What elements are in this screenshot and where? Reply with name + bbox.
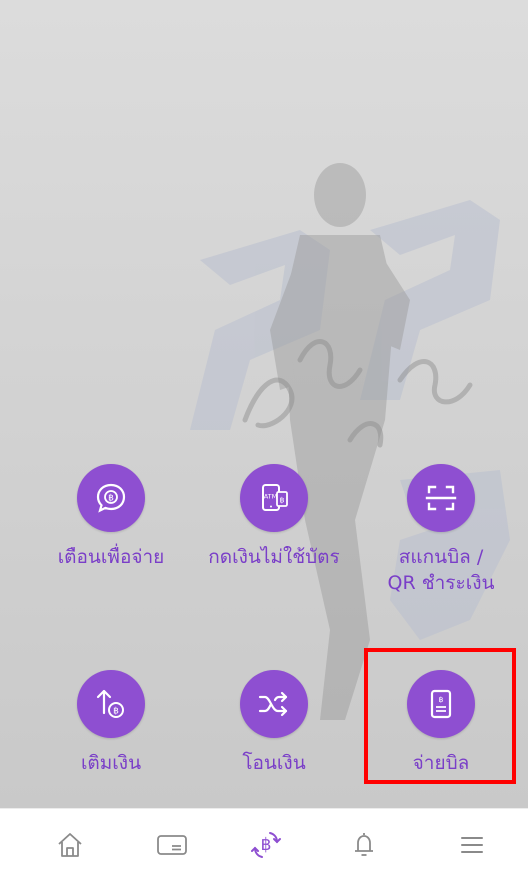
pay-bill-action[interactable]: ฿ จ่ายบิล [361, 670, 521, 776]
hamburger-menu-icon [461, 837, 483, 853]
action-screen: ฿ เตือนเพื่อจ่าย ATM ฿ กดเงินไม่ใช้บัตร [0, 0, 528, 808]
cardless-atm-action[interactable]: ATM ฿ กดเงินไม่ใช้บัตร [194, 464, 354, 570]
tab-cards[interactable] [142, 823, 202, 867]
bottom-tab-bar: ฿ [0, 808, 528, 880]
baht-symbol: ฿ [108, 494, 114, 504]
top-up-action[interactable]: ฿ เติมเงิน [31, 670, 191, 776]
bill-reminder-label: เตือนเพื่อจ่าย [57, 546, 165, 568]
bell-icon [355, 833, 373, 856]
atm-text: ATM [264, 493, 278, 501]
tab-notifications[interactable] [334, 823, 394, 867]
pay-bill-label: จ่ายบิล [412, 752, 470, 774]
cardless-atm-label: กดเงินไม่ใช้บัตร [208, 546, 340, 568]
top-up-label: เติมเงิน [80, 752, 142, 774]
scan-qr-label: สแกนบิล / QR ชำระเงิน [387, 546, 495, 594]
pay-bill-icon: ฿ [407, 670, 475, 738]
home-icon [58, 833, 82, 857]
transfer-label: โอนเงิน [242, 752, 306, 774]
card-icon [157, 835, 187, 855]
tab-home[interactable] [40, 823, 100, 867]
scan-qr-icon [407, 464, 475, 532]
baht-symbol: ฿ [261, 835, 272, 855]
transfer-icon [240, 670, 308, 738]
baht-symbol: ฿ [280, 496, 285, 505]
tab-transactions[interactable]: ฿ [236, 823, 296, 867]
bill-reminder-action[interactable]: ฿ เตือนเพื่อจ่าย [31, 464, 191, 570]
bill-reminder-icon: ฿ [77, 464, 145, 532]
transfer-action[interactable]: โอนเงิน [194, 670, 354, 776]
scan-qr-action[interactable]: สแกนบิล / QR ชำระเงิน [361, 464, 521, 596]
tab-menu[interactable] [442, 823, 502, 867]
baht-exchange-icon: ฿ [251, 832, 281, 858]
cardless-atm-icon: ATM ฿ [240, 464, 308, 532]
baht-symbol: ฿ [439, 695, 444, 704]
baht-symbol: ฿ [113, 707, 119, 717]
top-up-icon: ฿ [77, 670, 145, 738]
